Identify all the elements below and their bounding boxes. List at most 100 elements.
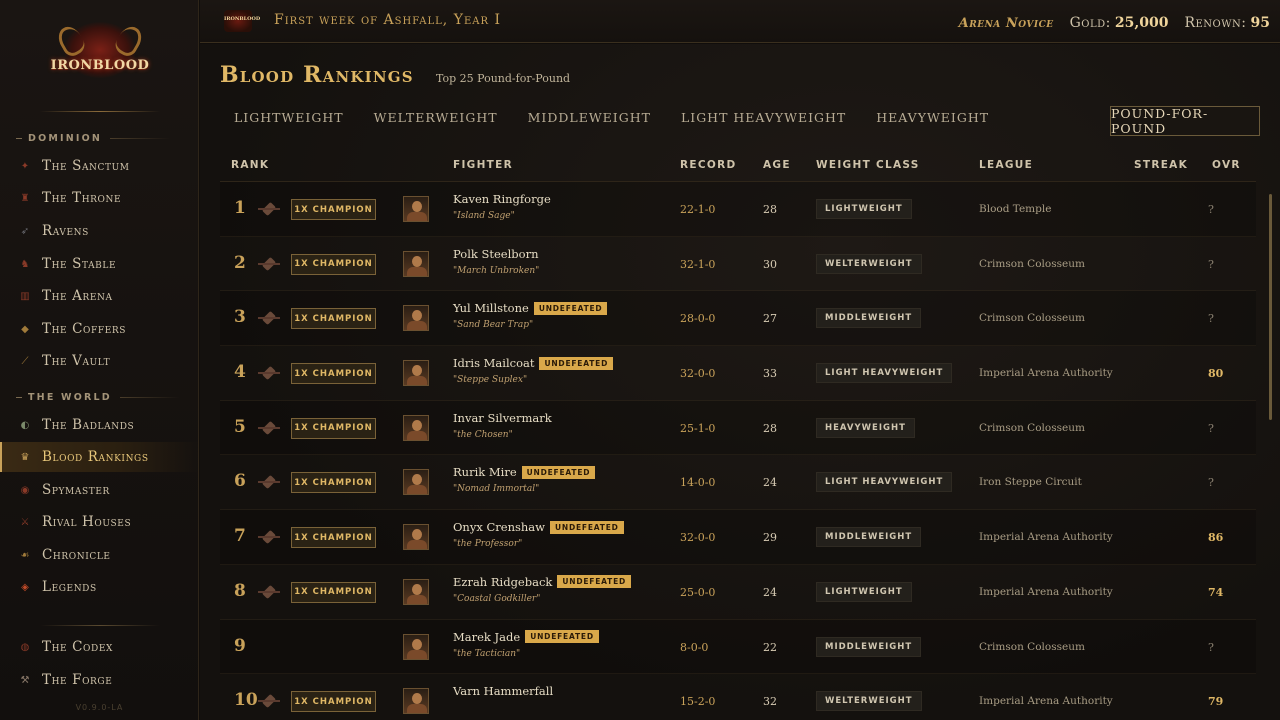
champion-badge[interactable]: 1X CHAMPION [291,363,376,385]
sidebar-item-codex[interactable]: ◍ The Codex [0,632,199,662]
sidebar-item-vault[interactable]: ⟋ The Vault [0,346,199,376]
champion-badge[interactable]: 1X CHAMPION [291,199,376,220]
fighter-avatar[interactable] [403,196,429,222]
fighter-league: Crimson Colosseum [979,312,1085,325]
tab-heavyweight[interactable]: HEAVYWEIGHT [876,110,989,132]
fighter-ovr: 74 [1208,585,1224,599]
table-row[interactable]: 10 1X CHAMPION Varn Hammerfall 15-2-0 32 WELT… [220,674,1256,720]
table-row[interactable]: 9 Marek Jade UNDEFEATED "the Tactician" 8-0-… [220,619,1256,675]
fighter-avatar[interactable] [403,688,429,715]
fighter-avatar[interactable] [403,250,429,277]
raven-icon: ➶ [20,225,30,237]
fighter-record: 32-0-0 [680,531,716,545]
fighter-name[interactable]: Varn Hammerfall [453,684,553,698]
sidebar-item-forge[interactable]: ⚒ The Forge [0,665,199,695]
tab-lightweight[interactable]: LIGHTWEIGHT [234,110,344,132]
header-league[interactable]: LEAGUE [979,159,1033,171]
fighter-name[interactable]: Ezrah Ridgeback [453,575,552,589]
renown-stat: Renown: 95 [1184,15,1270,31]
fighter-name[interactable]: Rurik Mire [453,465,517,479]
sidebar-item-stable[interactable]: ♞ The Stable [0,249,199,279]
fighter-name[interactable]: Marek Jade [453,630,520,644]
weight-class-tag: LIGHTWEIGHT [816,581,912,602]
table-row[interactable]: 5 1X CHAMPION Invar Silvermark "the Chosen"… [220,400,1256,456]
fighter-ovr: ? [1208,476,1214,490]
fighter-age: 22 [763,640,777,654]
header-streak[interactable]: STREAK [1134,159,1188,171]
sidebar-item-blood-rankings[interactable]: ♛ Blood Rankings [0,442,199,472]
fighter-ovr: ? [1208,203,1214,216]
champion-badge[interactable]: 1X CHAMPION [291,308,376,330]
sidebar-item-coffers[interactable]: ◆ The Coffers [0,314,199,344]
champion-badge[interactable]: 1X CHAMPION [291,472,376,494]
section-dominion: DOMINION [16,133,171,144]
fighter-name[interactable]: Kaven Ringforge [453,192,551,206]
champion-badge[interactable]: 1X CHAMPION [291,691,376,713]
fighter-name[interactable]: Invar Silvermark [453,411,552,425]
page-title: Blood Rankings [220,62,414,88]
sidebar-item-sanctum[interactable]: ✦ The Sanctum [0,151,199,181]
header-age[interactable]: AGE [763,159,791,171]
weight-class-tag: LIGHT HEAVYWEIGHT [816,363,953,384]
table-row[interactable]: 7 1X CHAMPION Onyx Crenshaw UNDEFEATED "the … [220,510,1256,565]
fighter-name[interactable]: Onyx Crenshaw [453,520,545,534]
rank-number: 7 [234,526,246,547]
table-row[interactable]: 3 1X CHAMPION Yul Millstone UNDEFEATED "Sand… [220,291,1256,347]
table-row[interactable]: 1 1X CHAMPION Kaven Ringforge "Island Sage"… [220,182,1256,237]
fighter-avatar[interactable] [403,633,429,660]
undefeated-badge: UNDEFEATED [557,575,632,589]
fighter-avatar[interactable] [403,305,429,332]
fighter-ovr: ? [1208,640,1214,654]
player-rank-title: Arena Novice [958,16,1054,31]
sidebar-item-spymaster[interactable]: ◉ Spymaster [0,475,199,505]
header-fighter[interactable]: FIGHTER [453,159,513,171]
fighter-avatar[interactable] [403,360,429,387]
undefeated-badge: UNDEFEATED [550,520,624,534]
champion-badge[interactable]: 1X CHAMPION [291,527,376,549]
fighter-name[interactable]: Idris Mailcoat [453,356,534,370]
rank-emblem-icon [258,585,280,599]
header-ovr[interactable]: OVR [1212,159,1241,171]
sidebar-item-arena[interactable]: ▥ The Arena [0,281,199,311]
fighter-name-row: Onyx Crenshaw UNDEFEATED [453,520,624,534]
sidebar-item-badlands[interactable]: ◐ The Badlands [0,410,199,440]
fighter-record: 8-0-0 [680,640,709,654]
fighter-name[interactable]: Polk Steelborn [453,247,538,261]
tab-middleweight[interactable]: MIDDLEWEIGHT [528,110,651,132]
fighter-league: Blood Temple [979,203,1052,215]
sidebar-item-ravens[interactable]: ➶ Ravens [0,216,199,246]
sidebar-item-rival-houses[interactable]: ⚔ Rival Houses [0,507,199,537]
champion-badge[interactable]: 1X CHAMPION [291,253,376,275]
header-weight-class[interactable]: WEIGHT CLASS [816,159,920,171]
table-row[interactable]: 6 1X CHAMPION Rurik Mire UNDEFEATED "Nomad I… [220,455,1256,511]
champion-badge[interactable]: 1X CHAMPION [291,417,376,439]
sidebar-item-throne[interactable]: ♜ The Throne [0,183,199,213]
fighter-name-row: Kaven Ringforge [453,192,551,206]
weight-class-tag: LIGHTWEIGHT [816,199,912,219]
header-rank[interactable]: RANK [231,159,269,171]
tab-pound-for-pound[interactable]: POUND-FOR-POUND [1110,106,1260,136]
top-logo-icon[interactable]: IRONBLOOD [224,10,260,32]
header-record[interactable]: RECORD [680,159,737,171]
table-row[interactable]: 4 1X CHAMPION Idris Mailcoat UNDEFEATED "Ste… [220,346,1256,401]
fighter-record: 28-0-0 [680,312,716,326]
fighter-avatar[interactable] [403,469,429,496]
fighter-ovr: ? [1208,421,1214,435]
fighter-avatar[interactable] [403,524,429,551]
sidebar-item-legends[interactable]: ◈ Legends [0,572,199,602]
tab-welterweight[interactable]: WELTERWEIGHT [374,110,498,132]
fighter-name[interactable]: Yul Millstone [453,301,529,315]
tab-light-heavyweight[interactable]: LIGHT HEAVYWEIGHT [681,110,846,132]
sidebar-item-chronicle[interactable]: ☙ Chronicle [0,540,199,570]
throne-icon: ♜ [20,192,30,204]
table-row[interactable]: 2 1X CHAMPION Polk Steelborn "March Unbroke… [220,237,1256,292]
gold-stat: Gold: 25,000 [1069,15,1169,31]
fighter-avatar[interactable] [403,414,429,441]
scrollbar-thumb[interactable] [1269,194,1272,420]
page-subtitle: Top 25 Pound-for-Pound [436,72,571,85]
champion-badge[interactable]: 1X CHAMPION [291,581,376,603]
table-row[interactable]: 8 1X CHAMPION Ezrah Ridgeback UNDEFEATED "Co… [220,565,1256,620]
ironblood-logo[interactable]: IRONBLOOD [50,18,150,98]
rank-emblem-icon [258,475,280,489]
fighter-avatar[interactable] [403,578,429,605]
